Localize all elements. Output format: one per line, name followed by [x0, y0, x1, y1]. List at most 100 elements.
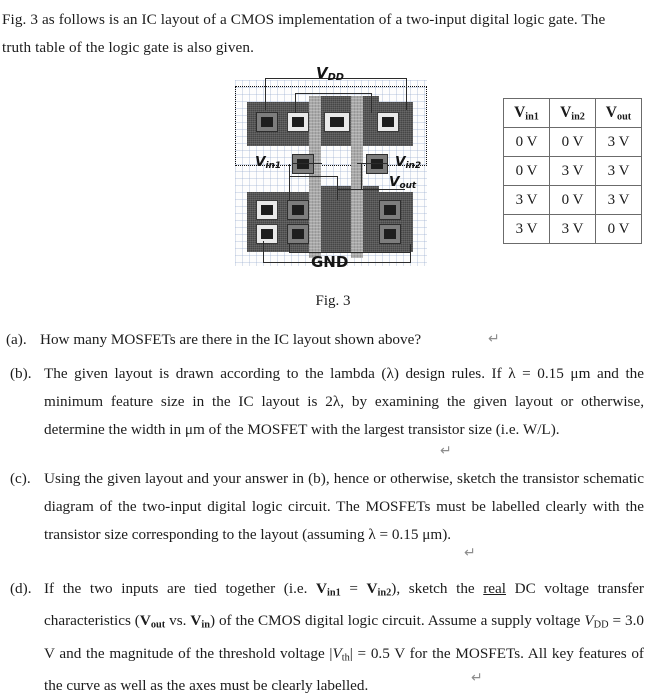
wire-vout-horizontal-left — [289, 176, 337, 178]
ic-layout-figure: VDD Vin1 Vin2 Vout GND — [229, 66, 433, 274]
via — [384, 204, 396, 216]
table-cell: 0 V — [503, 127, 550, 157]
header-vout-letter: V — [605, 103, 617, 121]
table-cell: 3 V — [503, 185, 550, 215]
vin2-subscript: in2 — [405, 160, 422, 171]
wire-pmos-drain-tie-right — [371, 93, 373, 113]
qd-vin1-sub: in1 — [326, 587, 341, 599]
question-d-label: (d). — [10, 580, 32, 597]
via — [330, 116, 344, 128]
via — [292, 204, 304, 216]
question-c: (c). Using the given layout and your ans… — [10, 465, 644, 549]
table-row: 0 V 3 V 3 V — [503, 156, 642, 186]
vin2-letter: V — [395, 154, 406, 170]
contact-nmos-source-lower — [379, 224, 401, 244]
qd-mid1: ), sketch the — [391, 580, 484, 597]
table-cell: 3 V — [503, 214, 550, 244]
header-vin2-letter: V — [560, 103, 572, 121]
table-cell: 3 V — [595, 156, 642, 186]
return-mark-c: ↵ — [464, 545, 476, 561]
table-cell: 0 V — [503, 156, 550, 186]
qd-vin2: V — [366, 580, 378, 597]
layout-label-vdd: VDD — [316, 66, 344, 83]
table-cell: 3 V — [549, 156, 596, 186]
header-vin2-subscript: in2 — [571, 111, 585, 123]
table-cell: 0 V — [549, 185, 596, 215]
nmos-diffusion-extension — [317, 186, 379, 198]
qd-vin: V — [190, 612, 202, 630]
table-cell: 0 V — [595, 214, 642, 244]
wire-gnd-drop-left — [263, 241, 265, 262]
contact-nmos-gnd-lower — [256, 224, 278, 244]
vdd-subscript: DD — [327, 71, 345, 83]
layout-label-gnd: GND — [311, 253, 349, 271]
header-vout-subscript: out — [617, 111, 632, 123]
pmos-diffusion-extension — [317, 96, 379, 108]
table-cell: 3 V — [595, 185, 642, 215]
table-cell: 0 V — [549, 127, 596, 157]
contact-nmos-drain-upper — [287, 200, 309, 220]
truth-table-header-vout: Vout — [595, 98, 642, 128]
via — [292, 228, 304, 240]
contact-pmos-drain-mid — [324, 112, 350, 132]
qd-vdd: V — [584, 612, 594, 630]
table-row: 0 V 0 V 3 V — [503, 127, 642, 157]
truth-table-header-vin2: Vin2 — [549, 98, 596, 128]
via — [292, 116, 304, 128]
qd-vth: V — [332, 644, 342, 662]
qd-vin1: V — [316, 580, 327, 597]
wire-vin1-gate — [292, 163, 322, 165]
contact-pmos-drain-left — [287, 112, 309, 132]
contact-nmos-source-upper — [379, 200, 401, 220]
question-d: (d). If the two inputs are tied together… — [10, 575, 644, 700]
qd-eq: = — [340, 580, 367, 597]
wire-gnd-tie-left — [289, 244, 291, 253]
contact-nmos-gnd-upper — [256, 200, 278, 220]
question-c-text: Using the given layout and your answer i… — [44, 470, 644, 543]
intro-paragraph: Fig. 3 as follows is an IC layout of a C… — [2, 6, 658, 62]
qd-vth-sub: th — [341, 651, 350, 663]
qd-vin-sub: in — [201, 619, 210, 631]
return-mark-b: ↵ — [440, 443, 452, 459]
question-b-label: (b). — [10, 365, 32, 382]
question-b-text: The given layout is drawn according to t… — [44, 365, 644, 438]
wire-pmos-drain-tie-left — [295, 93, 297, 113]
qd-vout: V — [139, 612, 151, 630]
return-mark-d: ↵ — [471, 670, 483, 686]
wire-vdd-drop-left — [265, 78, 267, 110]
intro-line-2: truth table of the logic gate is also gi… — [2, 39, 254, 56]
vdd-letter: V — [316, 64, 328, 82]
qd-vs: vs. — [165, 612, 191, 630]
return-mark-a: ↵ — [488, 331, 500, 347]
qd-vin2-sub: in2 — [377, 587, 392, 599]
figure-caption: Fig. 3 — [315, 293, 351, 309]
via — [261, 228, 273, 240]
layout-label-vout: Vout — [389, 175, 417, 191]
vin1-subscript: in1 — [265, 160, 282, 171]
contact-pmos-source-left — [256, 112, 278, 132]
truth-table: Vin1 Vin2 Vout 0 V 0 V 3 V 0 V 3 V 3 V 3… — [503, 98, 642, 244]
wire-gnd-drop-right — [410, 244, 412, 262]
header-vin1-subscript: in1 — [525, 111, 539, 123]
vout-subscript: out — [399, 180, 417, 191]
table-row: 3 V 3 V 0 V — [503, 214, 642, 244]
via — [261, 204, 273, 216]
question-a-label: (a). — [6, 331, 27, 348]
qd-mid3: ) of the CMOS digital logic circuit. Ass… — [209, 612, 585, 630]
vin1-letter: V — [255, 154, 266, 170]
qd-pre: If the two inputs are tied together (i.e… — [44, 580, 317, 597]
qd-vdd-sub: DD — [593, 619, 609, 631]
via — [384, 228, 396, 240]
table-cell: 3 V — [549, 214, 596, 244]
via — [261, 116, 273, 128]
qd-real: real — [483, 580, 507, 597]
qd-vout-sub: out — [150, 619, 166, 631]
table-cell: 3 V — [595, 127, 642, 157]
header-vin1-letter: V — [514, 103, 526, 121]
intro-line-1: Fig. 3 as follows is an IC layout of a C… — [2, 11, 606, 28]
via — [382, 116, 394, 128]
question-c-label: (c). — [10, 470, 31, 487]
wire-vout-vertical-left — [289, 164, 291, 200]
truth-table-header-vin1: Vin1 — [503, 98, 550, 128]
wire-vout-vertical-right — [361, 164, 363, 190]
